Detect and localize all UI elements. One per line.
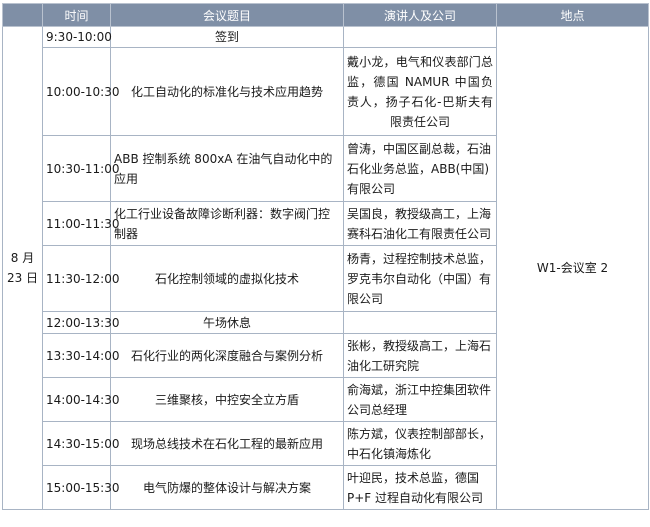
topic-cell: 三维聚核，中控安全立方盾 (110, 377, 344, 422)
time-cell: 12:00-13:30 (42, 311, 120, 334)
topic-cell: 石化行业的两化深度融合与案例分析 (110, 333, 344, 378)
topic-cell: 现场总线技术在石化工程的最新应用 (110, 421, 344, 466)
header-venue: 地点 (496, 3, 649, 27)
time-cell: 11:30-12:00 (42, 245, 120, 312)
topic-cell: 化工行业设备故障诊断利器：数字阀门控制器 (110, 201, 344, 246)
header-speaker: 演讲人及公司 (343, 3, 497, 27)
time-cell: 10:30-11:00 (42, 135, 120, 202)
topic-cell: 签到 (110, 26, 344, 48)
speaker-cell: 俞海斌，浙江中控集团软件公司总经理 (343, 377, 497, 422)
speaker-cell: 陈方斌，仪表控制部部长，中石化镇海炼化 (343, 421, 497, 466)
topic-cell: 午场休息 (110, 311, 344, 334)
speaker-cell: 戴小龙，电气和仪表部门总监，德国 NAMUR 中国负责人，扬子石化-巴斯夫有限责… (343, 47, 497, 136)
time-cell: 10:00-10:30 (42, 47, 120, 136)
time-cell: 13:30-14:00 (42, 333, 120, 378)
header-time: 时间 (42, 3, 111, 27)
header-row: 时间 会议题目 演讲人及公司 地点 (2, 3, 649, 27)
time-cell: 11:00-11:30 (42, 201, 120, 246)
table-row: 8 月 23 日 9:30-10:00 签到 W1-会议室 2 (2, 26, 649, 510)
venue-cell: W1-会议室 2 (496, 26, 649, 510)
speaker-cell (343, 26, 497, 48)
speaker-cell: 张彬，教授级高工，上海石油化工研究院 (343, 333, 497, 378)
topic-cell: 电气防爆的整体设计与解决方案 (110, 465, 344, 510)
time-cell: 15:00-15:30 (42, 465, 120, 510)
agenda-table: 时间 会议题目 演讲人及公司 地点 8 月 23 日 9:30-10:00 签到… (2, 3, 649, 510)
time-cell: 14:00-14:30 (42, 377, 120, 422)
header-date (2, 3, 43, 27)
header-topic: 会议题目 (110, 3, 344, 27)
time-cell: 14:30-15:00 (42, 421, 120, 466)
topic-cell: ABB 控制系统 800xA 在油气自动化中的应用 (110, 135, 344, 202)
speaker-cell: 吴国良，教授级高工，上海赛科石油化工有限责任公司 (343, 201, 497, 246)
speaker-cell: 曾涛，中国区副总裁，石油石化业务总监，ABB(中国)有限公司 (343, 135, 497, 202)
time-cell: 9:30-10:00 (42, 26, 112, 48)
topic-cell: 石化控制领域的虚拟化技术 (110, 245, 344, 312)
speaker-cell: 叶迎民，技术总监，德国 P+F 过程自动化有限公司 (343, 465, 497, 510)
speaker-cell (343, 311, 497, 334)
speaker-cell: 杨青，过程控制技术总监，罗克韦尔自动化（中国）有限公司 (343, 245, 497, 312)
topic-cell: 化工自动化的标准化与技术应用趋势 (110, 47, 344, 136)
date-cell: 8 月 23 日 (2, 26, 43, 510)
